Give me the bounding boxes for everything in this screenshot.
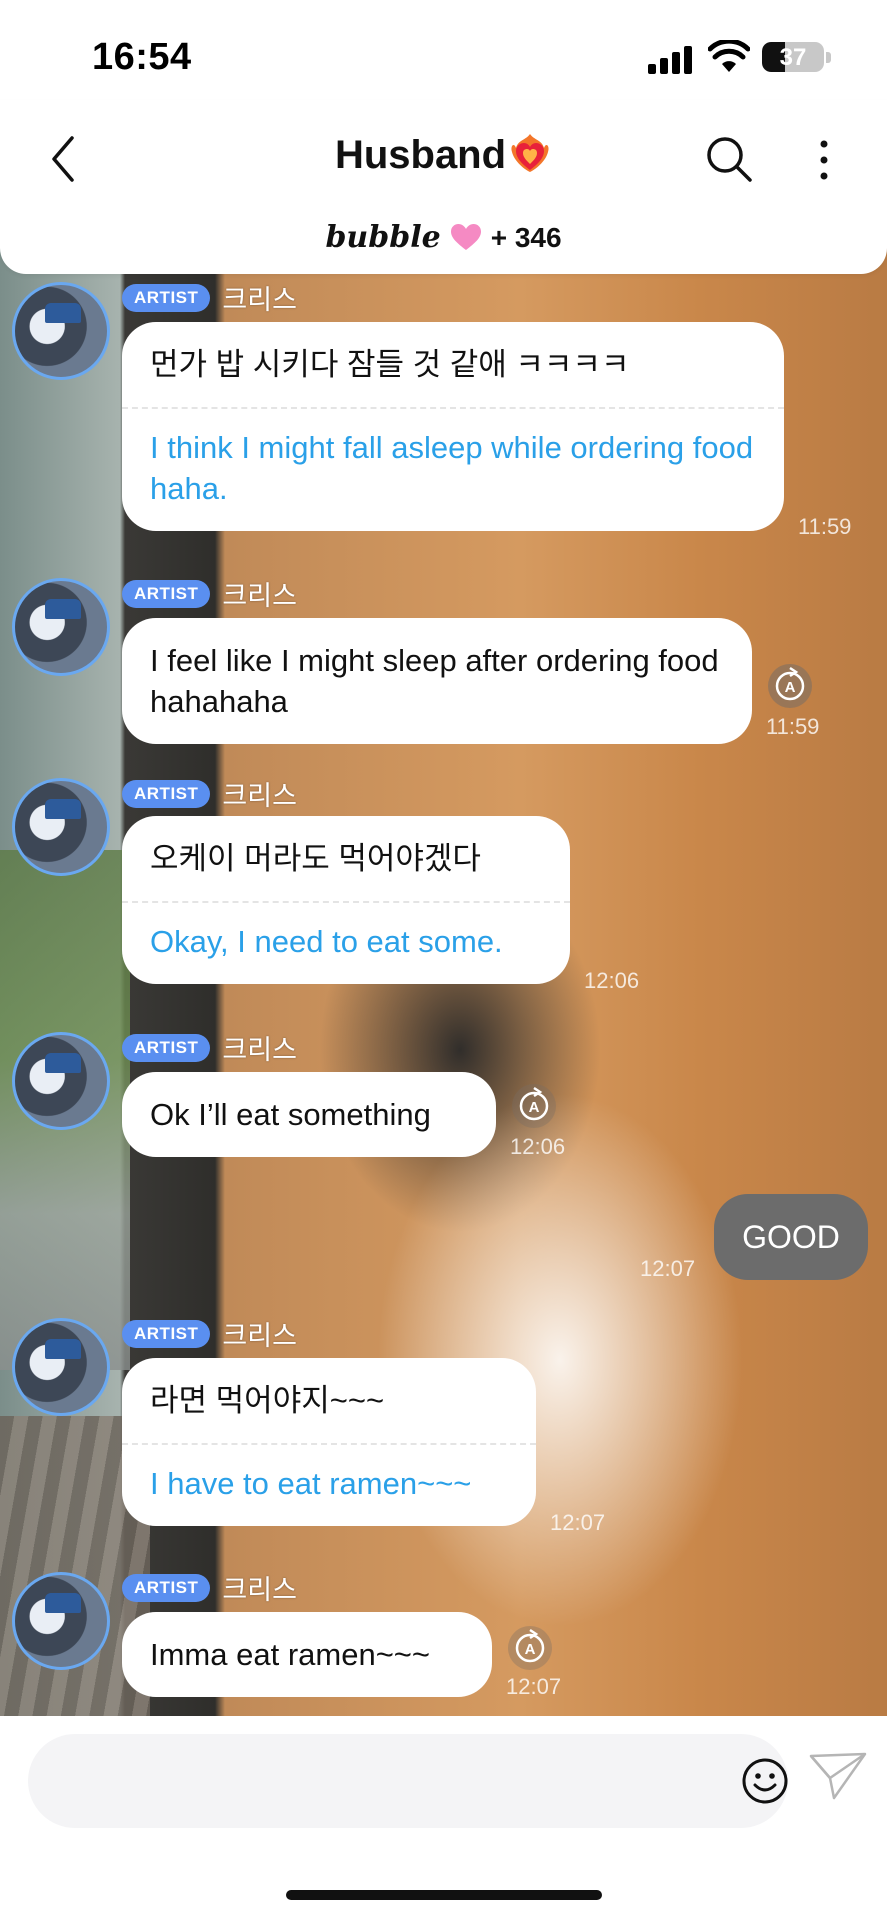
message-translation-text: Okay, I need to eat some. [150, 924, 503, 959]
message-bubble[interactable]: 라면 먹어야지~~~ I have to eat ramen~~~ [122, 1358, 536, 1526]
message-time: 11:59 [766, 714, 820, 739]
outgoing-message-bubble[interactable]: GOOD [714, 1194, 868, 1280]
chat-title-text: Husband [334, 133, 507, 177]
message-time: 11:59 [798, 514, 852, 539]
artist-badge: ARTIST [122, 779, 211, 808]
sender-row: ARTIST 크리스 [122, 278, 297, 315]
artist-avatar[interactable] [12, 778, 110, 876]
artist-avatar[interactable] [12, 578, 110, 676]
pink-heart-icon [450, 224, 481, 250]
message-time: 12:06 [510, 1134, 566, 1159]
cellular-signal-icon [648, 44, 694, 74]
artist-avatar[interactable] [12, 1572, 110, 1670]
translation-divider [122, 901, 570, 903]
emoji-smiley-icon[interactable] [740, 1756, 790, 1806]
home-indicator [286, 1890, 602, 1900]
message-input[interactable] [58, 1734, 702, 1830]
battery-icon: 37 [762, 42, 824, 72]
heart-on-fire-icon [511, 134, 549, 172]
wifi-icon [708, 40, 750, 72]
sender-row: ARTIST 크리스 [122, 574, 297, 611]
battery-tip [826, 52, 831, 63]
battery-percent: 37 [779, 44, 807, 71]
message-bubble[interactable]: I feel like I might sleep after ordering… [122, 618, 752, 744]
composer-bar [0, 1716, 887, 1920]
sender-row: ARTIST 크리스 [122, 1028, 297, 1065]
artist-badge: ARTIST [122, 579, 211, 608]
more-options-icon[interactable] [814, 136, 834, 184]
translate-icon[interactable]: A [510, 1082, 558, 1130]
sender-row: ARTIST 크리스 [122, 774, 297, 811]
artist-avatar[interactable] [12, 282, 110, 380]
message-time: 12:07 [640, 1256, 696, 1281]
sender-name: 크리스 [222, 1321, 297, 1351]
message-time: 12:07 [506, 1674, 562, 1699]
subscriber-count: + 346 [490, 222, 562, 253]
artist-badge: ARTIST [122, 283, 211, 312]
message-bubble[interactable]: 먼가 밥 시키다 잠들 것 같애 ㅋㅋㅋㅋ I think I might fa… [122, 322, 784, 531]
status-time: 16:54 [92, 36, 192, 78]
message-bubble[interactable]: Imma eat ramen~~~ [122, 1612, 492, 1697]
sender-name: 크리스 [222, 285, 297, 315]
message-korean-text: 라면 먹어야지~~~ [150, 1383, 385, 1418]
artist-avatar[interactable] [12, 1318, 110, 1416]
sender-row: ARTIST 크리스 [122, 1314, 297, 1351]
search-icon[interactable] [704, 134, 754, 184]
message-text: I feel like I might sleep after ordering… [150, 643, 719, 719]
chat-header: Husband bubble + 346 [0, 100, 887, 274]
translate-icon[interactable]: A [506, 1624, 554, 1672]
artist-badge: ARTIST [122, 1319, 211, 1348]
message-time: 12:07 [550, 1510, 606, 1535]
message-translation-text: I think I might fall asleep while orderi… [150, 430, 754, 506]
message-bubble[interactable]: Ok I’ll eat something [122, 1072, 496, 1157]
message-time: 12:06 [584, 968, 640, 993]
sender-name: 크리스 [222, 1035, 297, 1065]
bubble-brand: bubble [325, 220, 441, 255]
translation-divider [122, 407, 784, 409]
sender-name: 크리스 [222, 781, 297, 811]
svg-text:A: A [525, 1641, 536, 1658]
status-bar: 16:54 37 [0, 0, 887, 100]
message-bubble[interactable]: 오케이 머라도 먹어야겠다 Okay, I need to eat some. [122, 816, 570, 984]
sender-name: 크리스 [222, 1575, 297, 1605]
message-translation-text: I have to eat ramen~~~ [150, 1466, 472, 1501]
artist-badge: ARTIST [122, 1573, 211, 1602]
translation-divider [122, 1443, 536, 1445]
svg-text:A: A [785, 679, 796, 696]
sender-name: 크리스 [222, 581, 297, 611]
translate-icon[interactable]: A [766, 662, 814, 710]
message-text: Ok I’ll eat something [150, 1097, 431, 1132]
svg-text:A: A [529, 1099, 540, 1116]
message-korean-text: 먼가 밥 시키다 잠들 것 같애 ㅋㅋㅋㅋ [150, 347, 630, 382]
artist-badge: ARTIST [122, 1033, 211, 1062]
message-input-container[interactable] [28, 1734, 790, 1830]
message-korean-text: 오케이 머라도 먹어야겠다 [150, 841, 481, 876]
message-text: Imma eat ramen~~~ [150, 1637, 430, 1672]
sender-row: ARTIST 크리스 [122, 1568, 297, 1605]
artist-avatar[interactable] [12, 1032, 110, 1130]
subscriber-info: bubble + 346 [0, 220, 887, 255]
send-paper-plane-icon[interactable] [808, 1750, 868, 1802]
